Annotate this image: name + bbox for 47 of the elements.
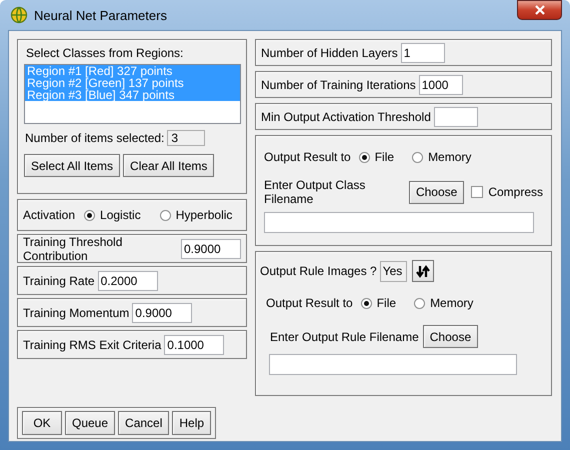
field-label: Training RMS Exit Criteria: [23, 338, 162, 352]
input-field[interactable]: 1: [400, 42, 445, 62]
activation-label: Activation: [23, 208, 76, 222]
list-button[interactable]: Clear All Items: [123, 154, 214, 177]
list-button[interactable]: Select All Items: [24, 154, 120, 177]
radio-option[interactable]: File: [360, 296, 396, 310]
field-label: Min Output Activation Threshold: [261, 110, 431, 124]
field-label: Training Threshold Contribution: [23, 234, 124, 262]
output-label: Output Result to: [266, 296, 353, 310]
radio-option[interactable]: Memory: [412, 150, 472, 164]
toggle-button[interactable]: [412, 260, 434, 282]
input-field[interactable]: 0.1000: [164, 334, 224, 354]
filename-label: Enter Output Rule Filename: [270, 330, 419, 344]
field-label: Training Rate: [23, 274, 95, 288]
input-field[interactable]: 0.9000: [132, 302, 192, 322]
input-field[interactable]: 0.2000: [98, 270, 158, 290]
window-title: Neural Net Parameters: [34, 8, 168, 22]
input-field[interactable]: 1000: [418, 74, 463, 94]
count-label: Number of items selected:: [25, 131, 164, 145]
radio-option[interactable]: File: [358, 150, 394, 164]
radio-option[interactable]: Logistic: [84, 208, 141, 222]
classes-label: Select Classes from Regions:: [26, 46, 184, 60]
close-icon: [534, 5, 544, 15]
close-button[interactable]: [517, 0, 562, 20]
compress-checkbox[interactable]: Compress: [471, 185, 543, 199]
count-field: 3: [167, 130, 206, 146]
field-label: Number of Hidden Layers: [261, 46, 398, 60]
radio-option[interactable]: Hyperbolic: [160, 208, 232, 222]
filename-field[interactable]: [269, 354, 517, 375]
up-down-arrows-icon: [416, 264, 430, 278]
dialog-button[interactable]: Help: [172, 411, 212, 435]
globe-icon: [10, 6, 28, 24]
filename-field[interactable]: [264, 212, 534, 233]
field-label: Training Momentum: [23, 306, 130, 320]
field-label: Number of Training Iterations: [261, 78, 416, 92]
choose-button[interactable]: Choose: [422, 325, 478, 348]
dialog-button[interactable]: OK: [22, 411, 62, 435]
dialog-button[interactable]: Queue: [65, 411, 116, 435]
filename-label: Enter Output Class Filename: [264, 178, 366, 206]
input-field[interactable]: 0.9000: [181, 238, 241, 258]
output-label: Output Result to: [264, 150, 351, 164]
dialog-button[interactable]: Cancel: [118, 411, 170, 435]
rule-images-label: Output Rule Images ?: [260, 264, 377, 278]
input-field[interactable]: [434, 106, 478, 126]
radio-option[interactable]: Memory: [414, 296, 474, 310]
choose-button[interactable]: Choose: [408, 180, 464, 204]
rule-images-field: Yes: [380, 260, 407, 282]
